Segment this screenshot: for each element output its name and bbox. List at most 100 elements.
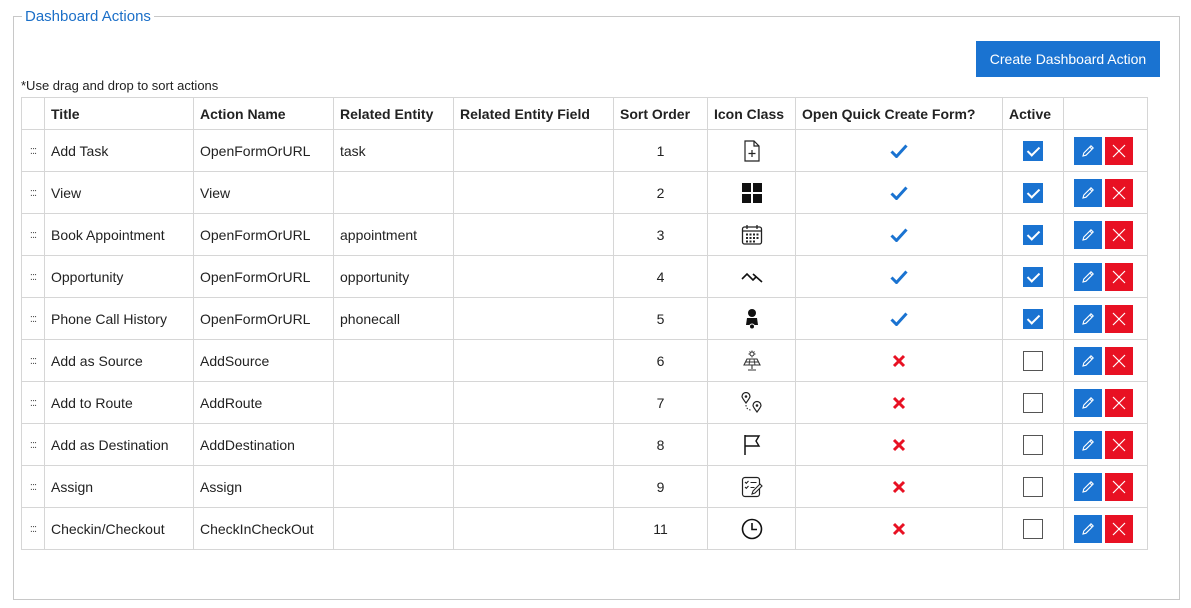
cell-active — [1002, 255, 1064, 298]
cell-related-entity-field — [453, 129, 614, 172]
cell-related-entity: opportunity — [333, 255, 454, 298]
drag-handle[interactable]: ::: — [21, 171, 45, 214]
cell-active — [1002, 423, 1064, 466]
col-actions-header — [1063, 97, 1148, 130]
cell-related-entity-field — [453, 255, 614, 298]
cell-row-actions — [1063, 381, 1148, 424]
table-row[interactable]: ::: Book Appointment OpenFormOrURL appointm… — [21, 213, 1148, 256]
edit-button[interactable] — [1074, 178, 1102, 207]
edit-button[interactable] — [1074, 430, 1102, 459]
drag-handle[interactable]: ::: — [21, 507, 45, 550]
cell-quick-create — [795, 465, 1003, 508]
drag-handle[interactable]: ::: — [21, 213, 45, 256]
table-row[interactable]: ::: View View 2 — [21, 171, 1148, 214]
cell-quick-create — [795, 255, 1003, 298]
col-icon-class-header[interactable]: Icon Class — [707, 97, 796, 130]
delete-button[interactable] — [1105, 262, 1133, 291]
table-row[interactable]: ::: Add to Route AddRoute 7 — [21, 381, 1148, 424]
cell-action-name: OpenFormOrURL — [193, 213, 334, 256]
delete-button[interactable] — [1105, 514, 1133, 543]
drag-handle[interactable]: ::: — [21, 129, 45, 172]
table-row[interactable]: ::: Assign Assign 9 — [21, 465, 1148, 508]
delete-button[interactable] — [1105, 178, 1133, 207]
active-checkbox[interactable] — [1023, 140, 1043, 161]
col-quick-create-header[interactable]: Open Quick Create Form? — [795, 97, 1003, 130]
cell-related-entity-field — [453, 507, 614, 550]
cell-row-actions — [1063, 423, 1148, 466]
col-related-entity-header[interactable]: Related Entity — [333, 97, 454, 130]
cell-icon-class — [707, 213, 796, 256]
cell-related-entity-field — [453, 339, 614, 382]
col-related-entity-field-header[interactable]: Related Entity Field — [453, 97, 614, 130]
active-checkbox[interactable] — [1023, 392, 1043, 413]
table-row[interactable]: ::: Checkin/Checkout CheckInCheckOut 11 — [21, 507, 1148, 550]
active-checkbox[interactable] — [1023, 476, 1043, 497]
active-checkbox[interactable] — [1023, 350, 1043, 371]
cell-quick-create — [795, 171, 1003, 214]
create-dashboard-action-button[interactable]: Create Dashboard Action — [976, 41, 1160, 77]
edit-button[interactable] — [1074, 346, 1102, 375]
cell-title: Add Task — [44, 129, 194, 172]
table-row[interactable]: ::: Add Task OpenFormOrURL task 1 — [21, 129, 1148, 172]
cell-active — [1002, 129, 1064, 172]
cell-row-actions — [1063, 129, 1148, 172]
drag-handle[interactable]: ::: — [21, 381, 45, 424]
delete-button[interactable] — [1105, 472, 1133, 501]
edit-button[interactable] — [1074, 388, 1102, 417]
drag-handle[interactable]: ::: — [21, 255, 45, 298]
clock-icon — [714, 518, 789, 540]
delete-button[interactable] — [1105, 346, 1133, 375]
edit-button[interactable] — [1074, 220, 1102, 249]
drag-handle[interactable]: ::: — [21, 423, 45, 466]
cell-icon-class — [707, 423, 796, 466]
edit-button[interactable] — [1074, 136, 1102, 165]
cell-related-entity — [333, 339, 454, 382]
cell-sort-order: 4 — [613, 255, 708, 298]
drag-handle[interactable]: ::: — [21, 465, 45, 508]
task-add-icon — [714, 139, 789, 162]
person-phone-icon — [714, 308, 789, 330]
check-icon — [802, 185, 996, 200]
active-checkbox[interactable] — [1023, 434, 1043, 455]
col-active-header[interactable]: Active — [1002, 97, 1064, 130]
table-row[interactable]: ::: Add as Source AddSource 6 — [21, 339, 1148, 382]
drag-handle[interactable]: ::: — [21, 297, 45, 340]
active-checkbox[interactable] — [1023, 518, 1043, 539]
delete-button[interactable] — [1105, 388, 1133, 417]
cell-active — [1002, 171, 1064, 214]
cell-title: Phone Call History — [44, 297, 194, 340]
delete-button[interactable] — [1105, 220, 1133, 249]
table-row[interactable]: ::: Phone Call History OpenFormOrURL phonec… — [21, 297, 1148, 340]
edit-button[interactable] — [1074, 514, 1102, 543]
col-action-name-header[interactable]: Action Name — [193, 97, 334, 130]
edit-button[interactable] — [1074, 472, 1102, 501]
cell-action-name: AddSource — [193, 339, 334, 382]
delete-button[interactable] — [1105, 430, 1133, 459]
edit-button[interactable] — [1074, 262, 1102, 291]
check-icon — [802, 269, 996, 284]
cell-related-entity-field — [453, 297, 614, 340]
cell-title: Checkin/Checkout — [44, 507, 194, 550]
cross-icon — [802, 480, 996, 494]
active-checkbox[interactable] — [1023, 266, 1043, 287]
delete-button[interactable] — [1105, 136, 1133, 165]
cell-related-entity-field — [453, 171, 614, 214]
active-checkbox[interactable] — [1023, 308, 1043, 329]
check-icon — [802, 227, 996, 242]
col-drag-header — [21, 97, 45, 130]
table-row[interactable]: ::: Opportunity OpenFormOrURL opportunity 4 — [21, 255, 1148, 298]
col-sort-order-header[interactable]: Sort Order — [613, 97, 708, 130]
active-checkbox[interactable] — [1023, 182, 1043, 203]
col-title-header[interactable]: Title — [44, 97, 194, 130]
delete-button[interactable] — [1105, 304, 1133, 333]
edit-button[interactable] — [1074, 304, 1102, 333]
table-row[interactable]: ::: Add as Destination AddDestination 8 — [21, 423, 1148, 466]
table-header-row: Title Action Name Related Entity Related… — [21, 97, 1148, 130]
cell-action-name: View — [193, 171, 334, 214]
cell-related-entity — [333, 465, 454, 508]
drag-handle[interactable]: ::: — [21, 339, 45, 382]
active-checkbox[interactable] — [1023, 224, 1043, 245]
cell-sort-order: 3 — [613, 213, 708, 256]
cell-title: Assign — [44, 465, 194, 508]
cell-icon-class — [707, 129, 796, 172]
